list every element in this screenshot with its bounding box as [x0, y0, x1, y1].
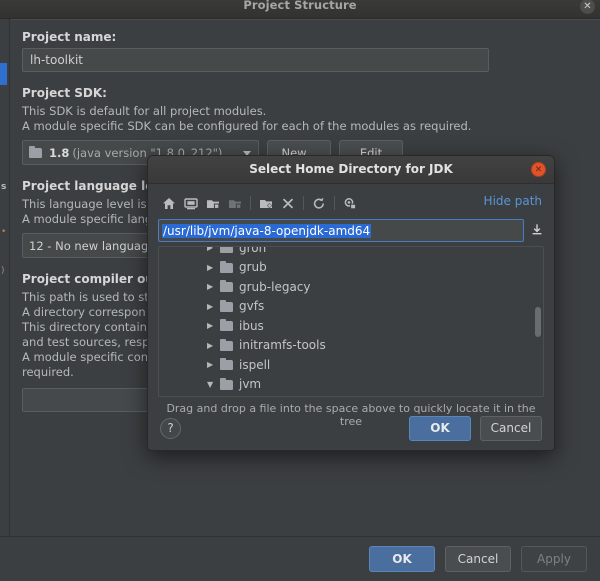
desktop-icon[interactable] [180, 193, 202, 213]
expand-tree-icon[interactable] [202, 193, 224, 213]
tree-item-label: grub [239, 260, 267, 275]
refresh-icon[interactable] [308, 193, 330, 213]
folder-icon [220, 358, 234, 371]
project-sdk-desc-1: This SDK is default for all project modu… [22, 104, 267, 118]
path-row: /usr/lib/jvm/java-8-openjdk-amd64 [158, 219, 544, 242]
new-folder-icon[interactable] [255, 193, 277, 213]
dialog-titlebar: Select Home Directory for JDK ✕ [148, 156, 554, 184]
tree-row[interactable]: ▶ ispell [159, 355, 543, 375]
dialog-ok-button[interactable]: OK [409, 415, 471, 441]
help-button[interactable]: ? [160, 417, 181, 439]
project-structure-window: Project Structure ✕ s • ) Project name: … [0, 0, 600, 581]
tree-row[interactable] [159, 394, 543, 396]
tree-row[interactable]: ▶ grub-legacy [159, 277, 543, 297]
directory-tree[interactable]: ▶ gron ▶ grub ▶ grub-legacy ▶ gvfs ▶ ibu… [158, 246, 544, 397]
project-name-group: Project name: lh-toolkit [22, 30, 586, 72]
toolbar-separator-1 [250, 196, 251, 210]
dialog-cancel-button[interactable]: Cancel [480, 415, 542, 441]
sdk-folder-icon [29, 146, 43, 158]
project-name-input[interactable]: lh-toolkit [22, 48, 489, 72]
show-hidden-files-icon[interactable] [339, 193, 361, 213]
folder-icon [220, 299, 234, 312]
path-input-value: /usr/lib/jvm/java-8-openjdk-amd64 [162, 223, 372, 238]
project-sdk-label: Project SDK: [22, 86, 107, 100]
tree-row[interactable]: ▶ ibus [159, 316, 543, 336]
folder-icon [220, 319, 234, 332]
select-home-directory-dialog: Select Home Directory for JDK ✕ Hide pat… [147, 155, 555, 451]
home-icon[interactable] [158, 193, 180, 213]
sidebar-item-clipped-3[interactable]: ) [1, 266, 5, 276]
tree-item-label: gvfs [239, 299, 265, 314]
path-input[interactable]: /usr/lib/jvm/java-8-openjdk-amd64 [158, 219, 524, 242]
tree-row[interactable]: ▶ grub [159, 258, 543, 278]
ok-button[interactable]: OK [369, 546, 435, 572]
folder-icon [220, 247, 234, 254]
expand-arrow-icon[interactable]: ▶ [207, 263, 220, 272]
tree-scrollbar-thumb[interactable] [535, 307, 541, 337]
tree-item-label: gron [239, 246, 267, 255]
project-language-level-value: 12 - No new language [29, 238, 156, 253]
sidebar-strip: s • ) [0, 19, 10, 581]
collapse-tree-icon [224, 193, 246, 213]
window-titlebar: Project Structure ✕ [0, 0, 600, 19]
expand-arrow-icon[interactable]: ▶ [207, 341, 220, 350]
tree-row[interactable]: ▶ gron [159, 246, 543, 258]
directory-tree-rows: ▶ gron ▶ grub ▶ grub-legacy ▶ gvfs ▶ ibu… [159, 246, 543, 396]
tree-item-label: initramfs-tools [239, 338, 326, 353]
toolbar-separator-3 [334, 196, 335, 210]
project-sdk-group: Project SDK: This SDK is default for all… [22, 86, 586, 165]
expand-arrow-icon[interactable]: ▶ [207, 302, 220, 311]
tree-item-label: ibus [239, 318, 264, 333]
folder-icon [220, 377, 234, 390]
delete-icon[interactable] [277, 193, 299, 213]
dialog-footer: ? OK Cancel [148, 406, 554, 450]
sidebar-item-project-selected[interactable] [0, 63, 7, 85]
project-name-label: Project name: [22, 30, 117, 44]
apply-button: Apply [521, 546, 587, 572]
sidebar-item-clipped-1[interactable]: s [1, 182, 6, 192]
cancel-button[interactable]: Cancel [445, 546, 511, 572]
window-title: Project Structure [243, 0, 357, 12]
tree-item-label: jvm [239, 377, 262, 392]
project-sdk-name: 1.8 [49, 145, 70, 160]
expand-arrow-icon[interactable]: ▶ [207, 282, 220, 291]
tree-item-label: grub-legacy [239, 279, 311, 294]
tree-row[interactable]: ▶ initramfs-tools [159, 336, 543, 356]
expand-arrow-icon[interactable]: ▶ [207, 360, 220, 369]
path-history-dropdown-icon[interactable] [530, 223, 544, 239]
sidebar-item-clipped-2[interactable]: • [1, 227, 6, 237]
hide-path-link[interactable]: Hide path [484, 194, 542, 208]
dialog-title: Select Home Directory for JDK [249, 162, 453, 176]
folder-icon [220, 260, 234, 273]
tree-row[interactable]: ▶ gvfs [159, 297, 543, 317]
project-sdk-desc-2: A module specific SDK can be configured … [22, 119, 472, 133]
toolbar-separator-2 [303, 196, 304, 210]
tree-row[interactable]: ▼ jvm [159, 375, 543, 395]
dialog-button-bar: OK Cancel Apply [0, 536, 600, 581]
folder-icon [220, 338, 234, 351]
dialog-body: Hide path /usr/lib/jvm/java-8-openjdk-am… [148, 184, 554, 428]
expand-arrow-icon[interactable]: ▶ [207, 321, 220, 330]
tree-item-label: ispell [239, 357, 271, 372]
collapse-arrow-icon[interactable]: ▼ [207, 380, 220, 389]
expand-arrow-icon[interactable]: ▶ [207, 247, 220, 252]
file-chooser-toolbar: Hide path [158, 192, 544, 214]
dialog-close-button[interactable]: ✕ [531, 162, 546, 177]
folder-icon [220, 280, 234, 293]
